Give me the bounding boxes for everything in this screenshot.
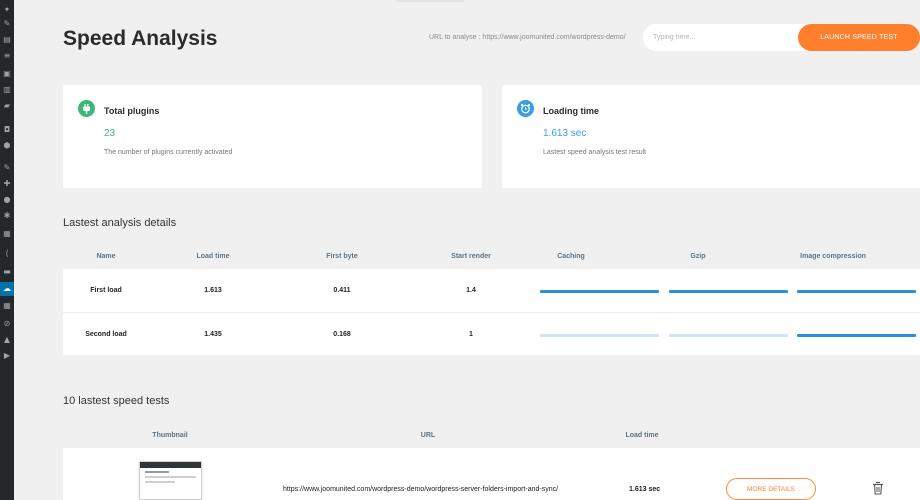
row-name: Second load <box>85 331 127 338</box>
woo-icon[interactable]: ◘ <box>2 126 12 134</box>
settings-icon[interactable]: ▦ <box>2 230 12 238</box>
col-load-time: Load time <box>196 253 230 260</box>
posts-icon[interactable]: ▤ <box>2 36 12 44</box>
users-icon[interactable]: ● <box>2 196 12 204</box>
col-start-render: Start render <box>451 253 491 260</box>
row-first-byte: 0.168 <box>333 331 351 338</box>
top-divider <box>396 0 464 2</box>
alarm-clock-icon <box>517 100 534 117</box>
appearance-icon[interactable]: ✎ <box>2 164 12 172</box>
col-url: URL <box>420 432 436 439</box>
analytics-icon[interactable]: ▲ <box>2 336 12 344</box>
card-subtitle: The number of plugins currently activate… <box>104 149 233 156</box>
col-image-compression: Image compression <box>800 253 866 260</box>
url-input[interactable] <box>643 24 819 51</box>
table-row: https://www.joomunited.com/wordpress-dem… <box>63 448 920 500</box>
row-start-render: 1.4 <box>466 287 476 294</box>
folder-icon[interactable]: ▬ <box>2 268 12 276</box>
row-start-render: 1 <box>469 331 473 338</box>
col-gzip: Gzip <box>690 253 706 260</box>
speed-tests-header: Thumbnail URL Load time <box>63 424 920 448</box>
card-title: Total plugins <box>104 106 160 116</box>
image-compression-bar <box>797 290 916 293</box>
image-compression-bar <box>797 334 916 337</box>
loading-time-card: Loading time 1.613 sec Lastest speed ana… <box>502 85 920 188</box>
more-details-button[interactable]: MORE DETAILS <box>726 478 816 500</box>
media-icon[interactable]: ▣ <box>2 70 12 78</box>
grid-icon[interactable]: ▦ <box>2 302 12 310</box>
test-url: https://www.joomunited.com/wordpress-dem… <box>283 486 559 493</box>
table-row: Second load 1.435 0.168 1 <box>63 312 920 355</box>
col-first-byte: First byte <box>326 253 358 260</box>
play-icon[interactable]: ▶ <box>2 352 12 360</box>
sidebar-item-speed-active[interactable]: ☁ <box>0 282 14 296</box>
products-icon[interactable]: ⬢ <box>2 142 12 150</box>
caching-bar <box>540 334 659 337</box>
caching-bar <box>540 290 659 293</box>
row-load-time: 1.613 <box>204 287 222 294</box>
share-icon[interactable]: ⟨ <box>2 250 12 258</box>
pin-icon[interactable]: ✎ <box>2 20 12 28</box>
loading-time-value: 1.613 sec <box>543 128 587 139</box>
test-load-time: 1.613 sec <box>629 486 661 493</box>
speed-tests-title: 10 lastest speed tests <box>63 395 170 407</box>
launch-speed-test-button[interactable]: LAUNCH SPEED TEST <box>798 24 920 51</box>
plug-icon <box>78 100 95 117</box>
page-title: Speed Analysis <box>63 27 218 50</box>
card-subtitle: Lastest speed analysis test result <box>543 149 647 156</box>
row-first-byte: 0.411 <box>333 287 351 294</box>
table-row: First load 1.613 0.411 1.4 <box>63 269 920 312</box>
tools-icon[interactable]: ✱ <box>2 212 12 220</box>
comments-icon[interactable]: ▰ <box>2 102 12 110</box>
dashboard-icon[interactable]: ✦ <box>2 6 12 14</box>
menu-icon[interactable]: ≡ <box>2 52 12 60</box>
card-title: Loading time <box>543 106 599 116</box>
row-load-time: 1.435 <box>204 331 222 338</box>
pages-icon[interactable]: ▥ <box>2 86 12 94</box>
col-load-time: Load time <box>625 432 659 439</box>
page-thumbnail[interactable] <box>139 461 202 500</box>
gzip-bar <box>669 290 788 293</box>
speed-cloud-icon: ☁ <box>3 284 11 293</box>
col-name: Name <box>96 253 116 260</box>
total-plugins-card: Total plugins 23 The number of plugins c… <box>63 85 482 188</box>
col-thumbnail: Thumbnail <box>152 432 188 439</box>
admin-sidebar: ✦ ✎ ▤ ≡ ▣ ▥ ▰ ◘ ⬢ ✎ ✚ ● ✱ ▦ ⟨ ▬ ☁ ▦ ⊘ ▲ … <box>0 0 14 500</box>
block-icon[interactable]: ⊘ <box>2 320 12 328</box>
url-label: URL to analyse : https://www.joomunited.… <box>429 34 626 41</box>
plugins-icon[interactable]: ✚ <box>2 180 12 188</box>
col-caching: Caching <box>557 253 585 260</box>
row-name: First load <box>90 287 122 294</box>
analysis-table-header: Name Load time First byte Start render C… <box>63 245 920 269</box>
plugins-count: 23 <box>104 128 116 139</box>
trash-icon[interactable] <box>871 481 885 495</box>
gzip-bar <box>669 334 788 337</box>
analysis-details-title: Lastest analysis details <box>63 217 177 229</box>
analysis-table-body: First load 1.613 0.411 1.4 Second load 1… <box>63 269 920 355</box>
